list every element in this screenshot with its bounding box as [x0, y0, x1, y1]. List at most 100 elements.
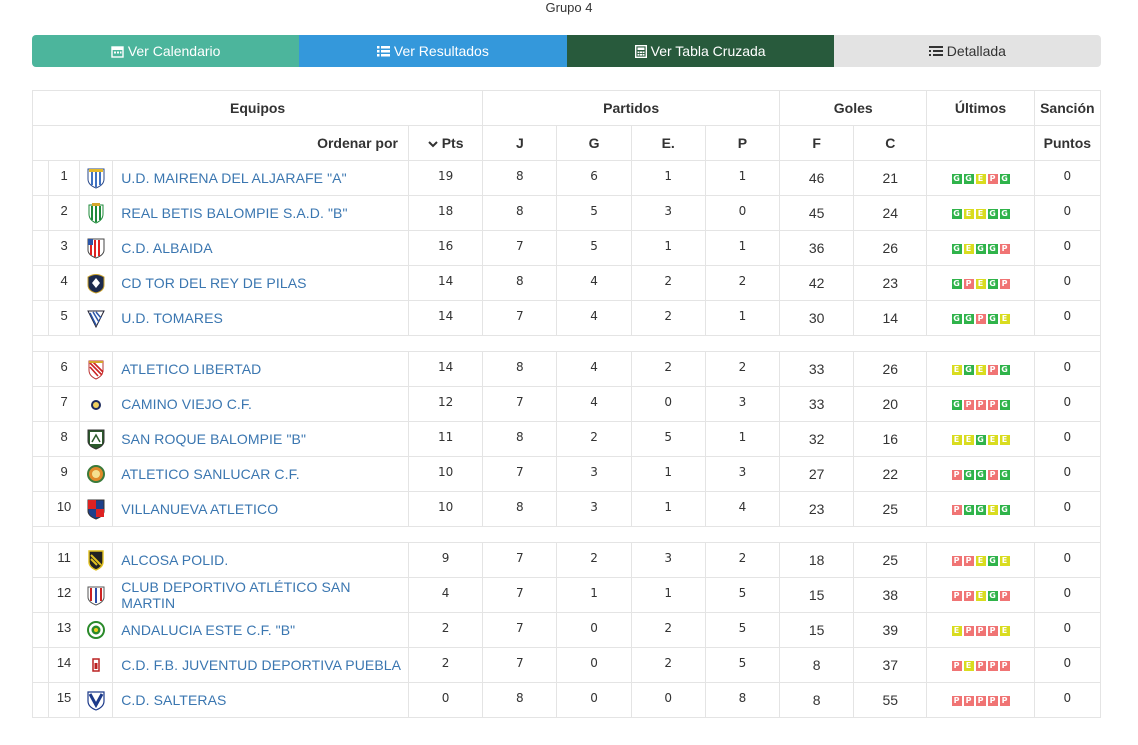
team-name-cell[interactable]: CLUB DEPORTIVO ATLÉTICO SAN MARTIN — [112, 577, 409, 613]
tab-detallada[interactable]: Detallada — [833, 35, 1101, 67]
team-name-link[interactable]: C.D. SALTERAS — [121, 692, 226, 708]
position: 11 — [57, 549, 71, 565]
crest-cell — [79, 386, 114, 422]
team-name-cell[interactable]: CAMINO VIEJO C.F. — [112, 386, 409, 422]
team-name-link[interactable]: CLUB DEPORTIVO ATLÉTICO SAN MARTIN — [121, 579, 350, 611]
result-badge: G — [975, 244, 986, 255]
cell-pts: 2 — [407, 647, 484, 683]
cell-p: 0 — [704, 195, 781, 231]
team-crest-icon — [86, 360, 106, 380]
team-name-cell[interactable]: CD TOR DEL REY DE PILAS — [112, 265, 409, 301]
value-p: 5 — [738, 656, 747, 670]
team-name-cell[interactable]: C.D. SALTERAS — [112, 682, 409, 718]
team-name-cell[interactable]: ATLETICO SANLUCAR C.F. — [112, 456, 409, 492]
value-c: 24 — [882, 205, 899, 221]
result-badge: G — [963, 505, 974, 516]
last-results-cell: GGPGE — [926, 300, 1035, 336]
cell-sancion: 0 — [1033, 421, 1102, 457]
team-name-link[interactable]: U.D. MAIRENA DEL ALJARAFE "A" — [121, 170, 347, 186]
team-name-link[interactable]: U.D. TOMARES — [121, 310, 223, 326]
team-crest-icon — [86, 274, 106, 294]
team-name-link[interactable]: CD TOR DEL REY DE PILAS — [121, 275, 306, 291]
header-pts-label: Pts — [441, 135, 464, 151]
value-sancion: 0 — [1063, 430, 1072, 444]
tab-ver-tabla-cruzada[interactable]: Ver Tabla Cruzada — [566, 35, 834, 67]
crest-cell — [79, 351, 114, 387]
result-badge: G — [999, 505, 1010, 516]
value-g: 2 — [590, 551, 598, 565]
value-j: 8 — [516, 500, 524, 514]
team-name-link[interactable]: VILLANUEVA ATLETICO — [121, 501, 278, 517]
team-name-link[interactable]: ANDALUCIA ESTE C.F. "B" — [121, 622, 295, 638]
team-name-link[interactable]: ALCOSA POLID. — [121, 552, 228, 568]
team-name-cell[interactable]: U.D. MAIRENA DEL ALJARAFE "A" — [112, 160, 409, 196]
view-tabs: Ver Calendario Ver Resultados Ver Tabla Cr… — [32, 35, 1101, 67]
result-badge: G — [975, 470, 986, 481]
team-name-cell[interactable]: ATLETICO LIBERTAD — [112, 351, 409, 387]
team-name-cell[interactable]: REAL BETIS BALOMPIE S.A.D. "B" — [112, 195, 409, 231]
team-crest-icon — [86, 429, 106, 450]
result-badge: G — [963, 314, 974, 325]
last-results-cell: GPEGP — [926, 265, 1035, 301]
tab-ver-resultados[interactable]: Ver Resultados — [299, 35, 567, 67]
cell-e: 1 — [630, 491, 706, 527]
position: 15 — [56, 689, 72, 705]
team-name-link[interactable]: SAN ROQUE BALOMPIE "B" — [121, 431, 306, 447]
last-results-cell: PGGEG — [926, 491, 1035, 527]
cell-c: 38 — [853, 577, 928, 613]
value-g: 3 — [590, 500, 598, 514]
position: 2 — [60, 202, 68, 218]
team-name-cell[interactable]: ANDALUCIA ESTE C.F. "B" — [112, 612, 409, 648]
sort-pts-button[interactable]: Pts — [407, 125, 484, 161]
value-e: 1 — [664, 500, 673, 514]
cell-pts: 4 — [407, 577, 484, 613]
cell-pts: 16 — [407, 230, 484, 266]
team-name-cell[interactable]: C.D. F.B. JUVENTUD DEPORTIVA PUEBLA — [112, 647, 409, 683]
cell-p: 1 — [704, 300, 781, 336]
value-c: 20 — [882, 396, 899, 412]
team-name-cell[interactable]: SAN ROQUE BALOMPIE "B" — [112, 421, 409, 457]
team-name-cell[interactable]: C.D. ALBAIDA — [112, 230, 409, 266]
team-name-link[interactable]: C.D. ALBAIDA — [121, 240, 212, 256]
cell-f: 32 — [779, 421, 855, 457]
result-badge: E — [951, 626, 962, 637]
spacer-cell — [32, 526, 1101, 543]
team-name-link[interactable]: REAL BETIS BALOMPIE S.A.D. "B" — [121, 205, 347, 221]
cell-p: 5 — [704, 647, 781, 683]
header-e: E. — [630, 125, 706, 161]
team-name-link[interactable]: ATLETICO SANLUCAR C.F. — [121, 466, 300, 482]
team-name-cell[interactable]: VILLANUEVA ATLETICO — [112, 491, 409, 527]
result-badge: E — [975, 556, 986, 567]
cell-g: 5 — [556, 230, 632, 266]
cell-f: 27 — [779, 456, 855, 492]
cell-e: 3 — [630, 195, 706, 231]
chevron-down-icon — [428, 141, 438, 148]
result-badge: G — [999, 470, 1010, 481]
cell-sancion: 0 — [1033, 612, 1102, 648]
cell-g: 0 — [556, 647, 632, 683]
team-name-link[interactable]: C.D. F.B. JUVENTUD DEPORTIVA PUEBLA — [121, 657, 401, 673]
tab-label: Ver Calendario — [127, 43, 221, 59]
value-sancion: 0 — [1063, 239, 1072, 253]
cell-p: 5 — [704, 577, 781, 613]
team-name-cell[interactable]: ALCOSA POLID. — [112, 542, 409, 578]
result-badge: P — [987, 400, 998, 411]
team-name-cell[interactable]: U.D. TOMARES — [112, 300, 409, 336]
value-g: 5 — [590, 239, 598, 253]
cell-p: 4 — [704, 491, 781, 527]
value-p: 2 — [738, 551, 747, 565]
group-spacer-row — [32, 526, 1101, 543]
result-badge: E — [999, 435, 1010, 446]
result-badge: G — [987, 556, 998, 567]
result-badge: E — [975, 174, 986, 185]
last-results-cell: EEGEE — [926, 421, 1035, 457]
team-name-link[interactable]: ATLETICO LIBERTAD — [121, 361, 261, 377]
cell-j: 8 — [482, 491, 558, 527]
position: 8 — [60, 428, 68, 444]
value-sancion: 0 — [1063, 500, 1072, 514]
tab-ver-calendario[interactable]: Ver Calendario — [32, 35, 300, 67]
cell-pts: 2 — [407, 612, 484, 648]
result-badge: E — [975, 365, 986, 376]
crest-cell — [79, 456, 114, 492]
team-name-link[interactable]: CAMINO VIEJO C.F. — [121, 396, 252, 412]
